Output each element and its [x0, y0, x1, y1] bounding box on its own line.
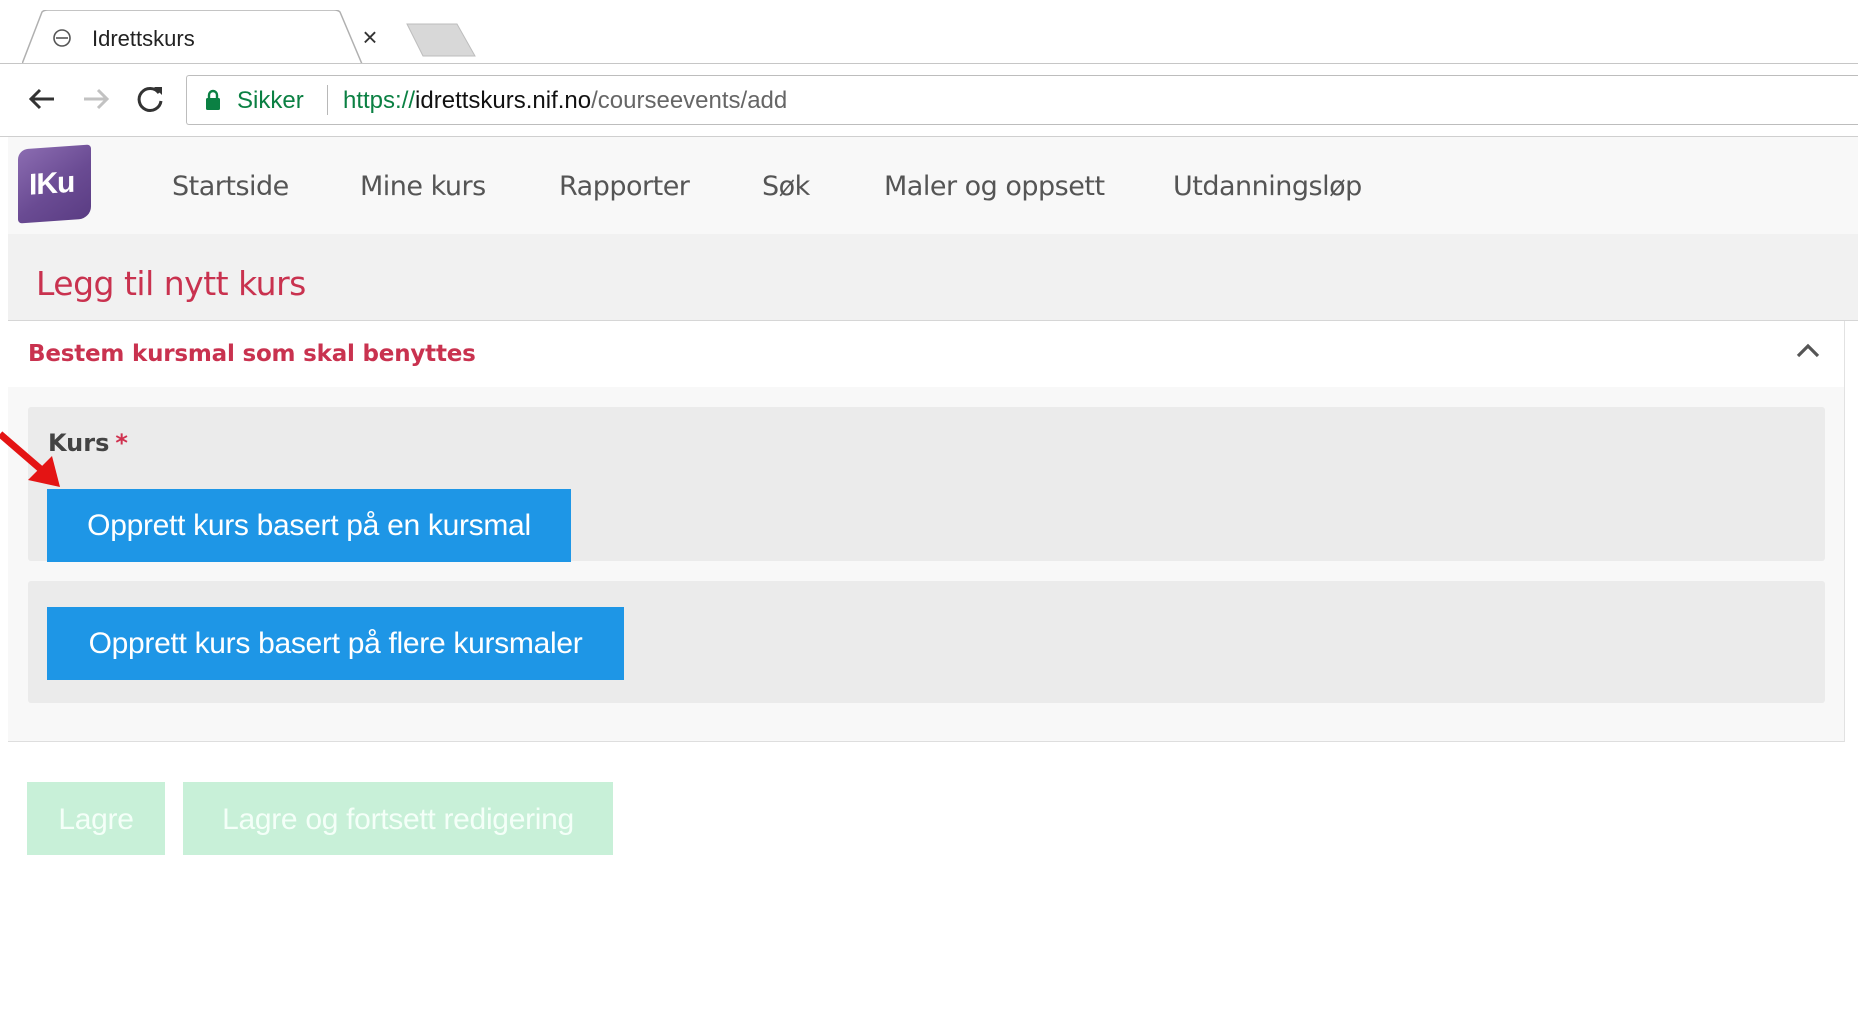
app-navbar: IKu Startside Mine kurs Rapporter Søk Ma… — [8, 137, 1858, 235]
logo-text: IKu — [29, 165, 75, 202]
nav-rapporter[interactable]: Rapporter — [559, 171, 690, 202]
secure-label: Sikker — [237, 87, 304, 114]
lock-icon — [206, 89, 220, 110]
save-and-continue-button[interactable]: Lagre og fortsett redigering — [183, 782, 613, 855]
page-header: Legg til nytt kurs — [8, 234, 1858, 321]
create-from-single-template-button[interactable]: Opprett kurs basert på en kursmal — [47, 489, 571, 562]
nav-startside[interactable]: Startside — [172, 171, 289, 202]
browser-tabstrip: Idrettskurs × — [0, 0, 1858, 64]
multi-template-panel: Opprett kurs basert på flere kursmaler — [28, 581, 1825, 703]
url-text: https://idrettskurs.nif.no/courseevents/… — [343, 87, 787, 115]
tab-title: Idrettskurs — [92, 26, 195, 51]
iku-logo[interactable]: IKu — [18, 144, 91, 224]
page-title: Legg til nytt kurs — [36, 264, 306, 303]
nav-utdanningslop[interactable]: Utdanningsløp — [1173, 171, 1362, 202]
globe-icon — [53, 29, 71, 47]
url-host: idrettskurs.nif.no — [415, 87, 592, 114]
forward-button[interactable] — [79, 82, 113, 116]
url-scheme: https:// — [343, 87, 416, 114]
new-tab-button[interactable] — [405, 22, 477, 58]
nav-sok[interactable]: Søk — [762, 171, 810, 202]
section-body: Kurs * Opprett kurs basert på en kursmal … — [8, 387, 1845, 742]
forward-arrow-icon — [84, 88, 110, 110]
nav-mine-kurs[interactable]: Mine kurs — [360, 171, 486, 202]
create-from-multiple-templates-button[interactable]: Opprett kurs basert på flere kursmaler — [47, 607, 624, 680]
browser-toolbar: Sikker https://idrettskurs.nif.no/course… — [0, 64, 1858, 137]
back-arrow-icon — [28, 88, 54, 110]
tab-shape — [22, 10, 363, 64]
annotation-arrow-icon — [0, 431, 60, 487]
section-title: Bestem kursmal som skal benyttes — [28, 341, 476, 367]
reload-icon — [137, 86, 163, 112]
tab-close-icon[interactable]: × — [357, 24, 383, 50]
section-header[interactable]: Bestem kursmal som skal benyttes — [8, 321, 1845, 387]
chevron-up-icon[interactable] — [1795, 341, 1821, 359]
url-path: /courseevents/add — [591, 87, 788, 114]
browser-tab[interactable]: Idrettskurs × — [22, 10, 397, 64]
course-template-panel: Kurs * Opprett kurs basert på en kursmal — [28, 407, 1825, 562]
nav-maler-og-oppsett[interactable]: Maler og oppsett — [884, 171, 1105, 202]
back-button[interactable] — [25, 82, 59, 116]
address-bar[interactable]: Sikker https://idrettskurs.nif.no/course… — [186, 75, 1858, 125]
save-button[interactable]: Lagre — [27, 782, 165, 855]
address-separator — [327, 85, 328, 115]
required-mark: * — [115, 429, 128, 457]
reload-button[interactable] — [133, 82, 167, 116]
